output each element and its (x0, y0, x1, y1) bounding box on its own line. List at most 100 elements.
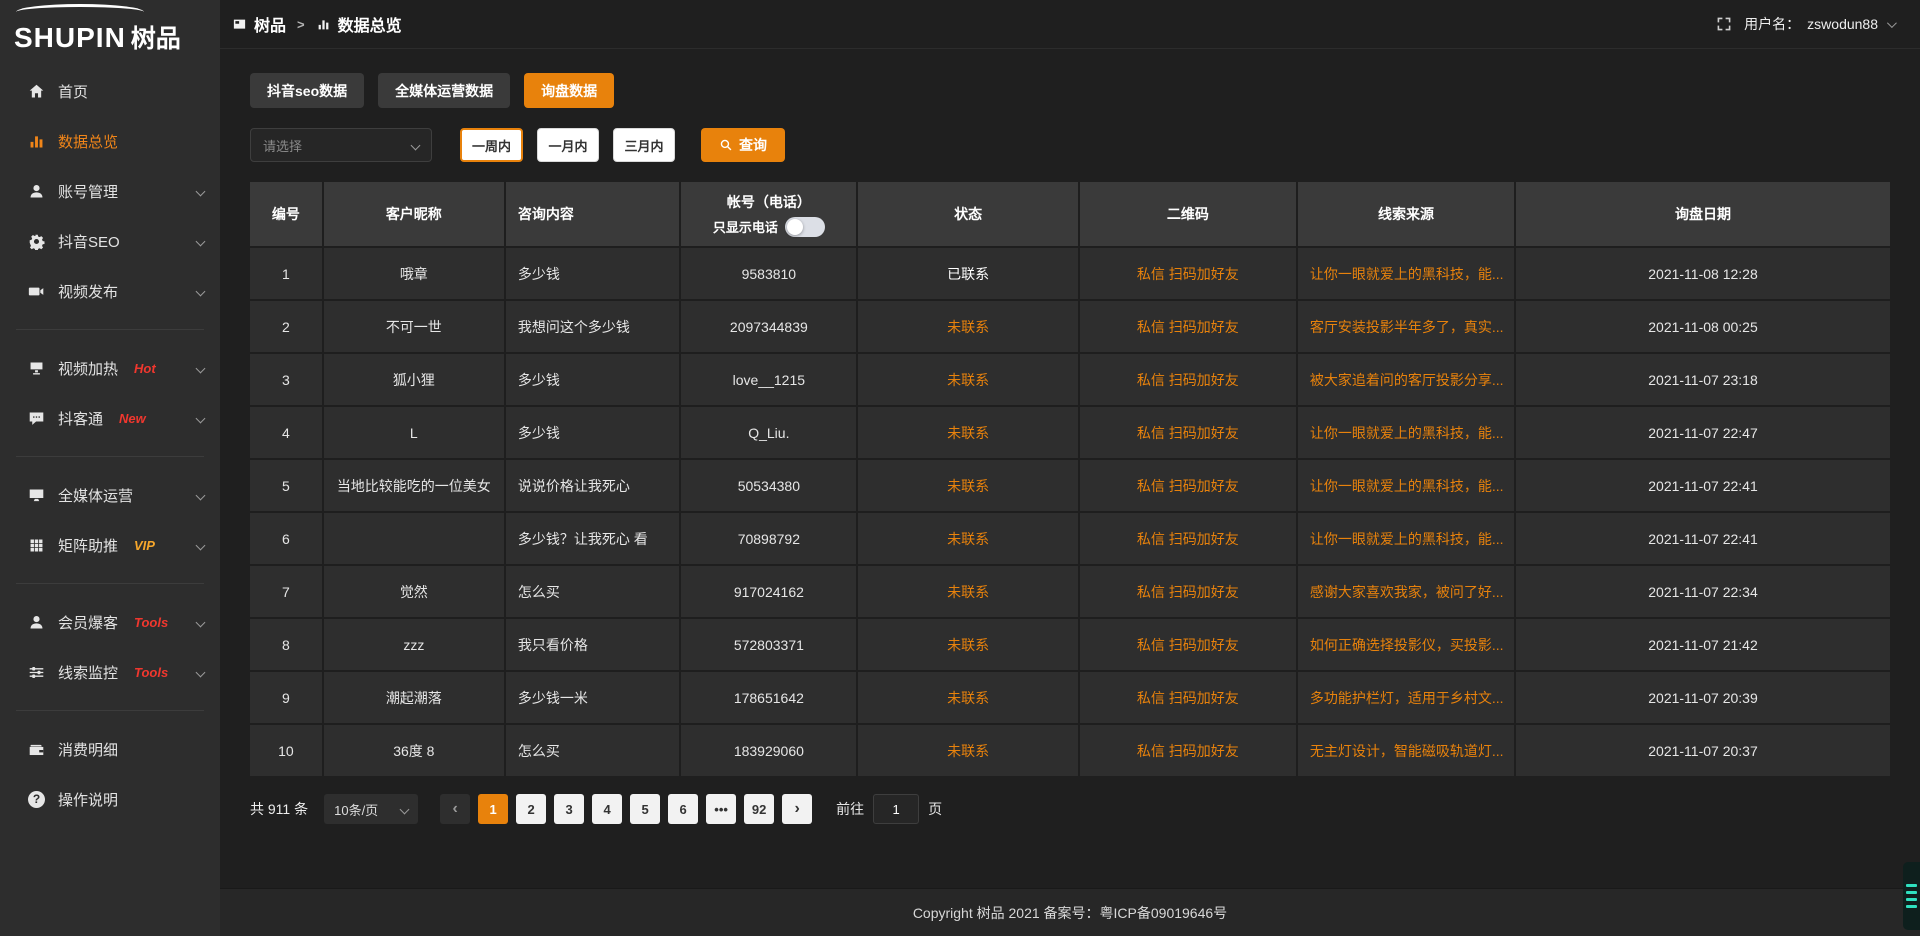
sidebar-item-media-operation[interactable]: 全媒体运营 (0, 470, 220, 520)
col-header-source: 线索来源 (1298, 182, 1516, 246)
sidebar-item-member-baoke[interactable]: 会员爆客 Tools (0, 597, 220, 647)
breadcrumb-root[interactable]: 树品 (254, 12, 286, 36)
period-three-months-button[interactable]: 三月内 (613, 128, 675, 162)
page-button-4[interactable]: 4 (592, 794, 622, 824)
cell-source-link[interactable]: 让你一眼就爱上的黑科技，能... (1298, 460, 1516, 511)
page-button-3[interactable]: 3 (554, 794, 584, 824)
period-one-week-button[interactable]: 一周内 (460, 128, 523, 162)
cell-source-link[interactable]: 如何正确选择投影仪，买投影... (1298, 619, 1516, 670)
cell-qrcode-link[interactable]: 私信 扫码加好友 (1080, 407, 1298, 458)
cell-date: 2021-11-07 22:34 (1516, 566, 1890, 617)
breadcrumb-separator: > (297, 17, 305, 32)
sidebar-item-label: 账号管理 (58, 181, 118, 202)
sidebar-item-label: 线索监控 (58, 662, 118, 683)
col-header-qrcode: 二维码 (1080, 182, 1298, 246)
col-header-status: 状态 (858, 182, 1079, 246)
sidebar-item-data-overview[interactable]: 数据总览 (0, 116, 220, 166)
table-row: 8 zzz 我只看价格 572803371 未联系 私信 扫码加好友 如何正确选… (250, 617, 1890, 670)
tab-douyin-seo-data[interactable]: 抖音seo数据 (250, 73, 364, 108)
breadcrumb-current: 数据总览 (338, 12, 402, 36)
cell-source-link[interactable]: 让你一眼就爱上的黑科技，能... (1298, 513, 1516, 564)
page-button-1[interactable]: 1 (478, 794, 508, 824)
sidebar-item-expense-detail[interactable]: 消费明细 (0, 724, 220, 774)
cell-source-link[interactable]: 被大家追着问的客厅投影分享... (1298, 354, 1516, 405)
bar-chart-icon (28, 133, 45, 150)
cell-source-link[interactable]: 客厅安装投影半年多了，真实... (1298, 301, 1516, 352)
chat-widget[interactable] (1903, 862, 1920, 930)
logo: SHUPIN 树品 (0, 0, 220, 58)
tab-media-operation-data[interactable]: 全媒体运营数据 (378, 73, 510, 108)
page-button-5[interactable]: 5 (630, 794, 660, 824)
fullscreen-icon[interactable] (1716, 16, 1732, 32)
cell-date: 2021-11-08 12:28 (1516, 248, 1890, 299)
account-select[interactable]: 请选择 (250, 128, 432, 162)
next-page-button[interactable]: › (782, 794, 812, 824)
page-ellipsis-button[interactable]: ••• (706, 794, 736, 824)
cell-status: 未联系 (858, 407, 1079, 458)
goto-page-input[interactable] (873, 794, 919, 824)
cell-source-link[interactable]: 多功能护栏灯，适用于乡村文... (1298, 672, 1516, 723)
cell-date: 2021-11-07 20:39 (1516, 672, 1890, 723)
cell-date: 2021-11-07 22:47 (1516, 407, 1890, 458)
sidebar-menu: 首页 数据总览 账号管理 抖音SEO 视频发布 (0, 58, 220, 824)
sidebar-item-doukatong[interactable]: 抖客通 New (0, 393, 220, 443)
sidebar-item-douyin-seo[interactable]: 抖音SEO (0, 216, 220, 266)
copyright-text: Copyright 树品 2021 备案号：粤ICP备09019646号 (913, 903, 1227, 923)
filter-bar: 请选择 一周内 一月内 三月内 查询 (250, 128, 1890, 162)
sidebar-item-help[interactable]: 操作说明 (0, 774, 220, 824)
chevron-down-icon (1887, 18, 1897, 28)
query-button[interactable]: 查询 (701, 128, 785, 162)
cell-qrcode-link[interactable]: 私信 扫码加好友 (1080, 566, 1298, 617)
cell-status: 未联系 (858, 725, 1079, 776)
cell-qrcode-link[interactable]: 私信 扫码加好友 (1080, 672, 1298, 723)
sidebar-item-account-mgmt[interactable]: 账号管理 (0, 166, 220, 216)
sidebar-item-video-publish[interactable]: 视频发布 (0, 266, 220, 316)
sidebar-item-label: 首页 (58, 81, 88, 102)
content: 抖音seo数据 全媒体运营数据 询盘数据 请选择 一周内 一月内 三月内 查询 (220, 48, 1920, 888)
vip-badge: VIP (134, 538, 155, 553)
cell-account: 9583810 (681, 248, 858, 299)
page-button-6[interactable]: 6 (668, 794, 698, 824)
table-row: 4 L 多少钱 Q_Liu. 未联系 私信 扫码加好友 让你一眼就爱上的黑科技，… (250, 405, 1890, 458)
breadcrumb: 树品 > 数据总览 (232, 12, 402, 36)
cell-qrcode-link[interactable]: 私信 扫码加好友 (1080, 725, 1298, 776)
sidebar-item-video-heat[interactable]: 视频加热 Hot (0, 343, 220, 393)
user-icon (28, 614, 45, 631)
cell-source-link[interactable]: 让你一眼就爱上的黑科技，能... (1298, 248, 1516, 299)
menu-divider (16, 710, 204, 711)
cell-qrcode-link[interactable]: 私信 扫码加好友 (1080, 513, 1298, 564)
page-button-2[interactable]: 2 (516, 794, 546, 824)
phone-only-toggle[interactable] (785, 217, 825, 237)
prev-page-button[interactable]: ‹ (440, 794, 470, 824)
pagination: 共 911 条 10条/页 ‹ 1 2 3 4 5 6 ••• 92 › 前往 … (250, 794, 1890, 824)
select-placeholder: 请选择 (263, 136, 302, 155)
sidebar-item-matrix-boost[interactable]: 矩阵助推 VIP (0, 520, 220, 570)
sidebar-item-home[interactable]: 首页 (0, 66, 220, 116)
period-one-month-button[interactable]: 一月内 (537, 128, 599, 162)
cell-index: 1 (250, 248, 324, 299)
cell-source-link[interactable]: 让你一眼就爱上的黑科技，能... (1298, 407, 1516, 458)
cell-source-link[interactable]: 感谢大家喜欢我家，被问了好... (1298, 566, 1516, 617)
cell-account: 572803371 (681, 619, 858, 670)
menu-divider (16, 329, 204, 330)
phone-only-label: 只显示电话 (713, 217, 778, 236)
chevron-down-icon (400, 804, 410, 814)
tab-inquiry-data[interactable]: 询盘数据 (524, 73, 614, 108)
table-row: 1 哦章 多少钱 9583810 已联系 私信 扫码加好友 让你一眼就爱上的黑科… (250, 246, 1890, 299)
cell-qrcode-link[interactable]: 私信 扫码加好友 (1080, 460, 1298, 511)
cell-content: 说说价格让我死心 (506, 460, 681, 511)
cell-qrcode-link[interactable]: 私信 扫码加好友 (1080, 619, 1298, 670)
search-icon (719, 138, 733, 152)
page-button-92[interactable]: 92 (744, 794, 774, 824)
cell-qrcode-link[interactable]: 私信 扫码加好友 (1080, 354, 1298, 405)
cell-status: 未联系 (858, 513, 1079, 564)
cell-source-link[interactable]: 无主灯设计，智能磁吸轨道灯... (1298, 725, 1516, 776)
page-size-select[interactable]: 10条/页 (324, 794, 418, 824)
sidebar-item-clue-monitor[interactable]: 线索监控 Tools (0, 647, 220, 697)
cell-qrcode-link[interactable]: 私信 扫码加好友 (1080, 301, 1298, 352)
account-header-label: 帐号（电话） (727, 192, 811, 212)
user-dropdown[interactable]: 用户名：zswodun88 (1744, 14, 1894, 34)
cell-content: 多少钱 (506, 354, 681, 405)
cell-qrcode-link[interactable]: 私信 扫码加好友 (1080, 248, 1298, 299)
cell-index: 9 (250, 672, 324, 723)
